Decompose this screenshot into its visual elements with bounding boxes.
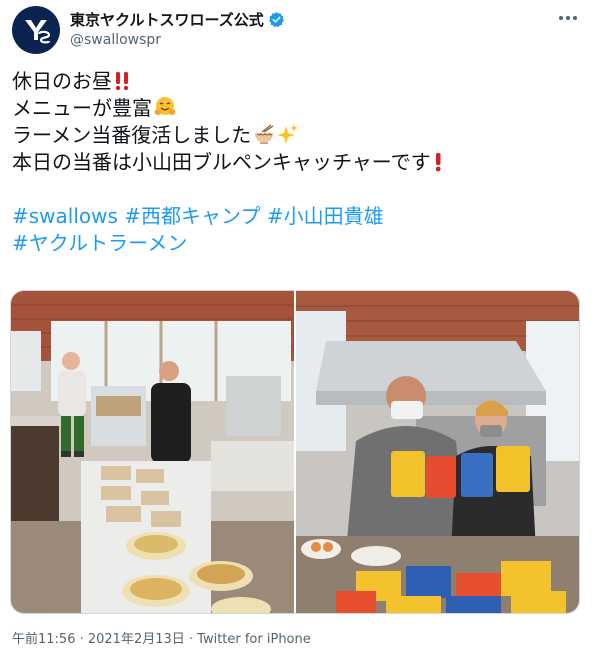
tweet-line-4: 本日の当番は小山田ブルペンキャッチャーです xyxy=(12,149,582,176)
hashtag-saito-camp[interactable]: #西都キャンプ xyxy=(124,204,260,228)
hashtag-line-1: #swallows #西都キャンプ #小山田貴雄 xyxy=(12,203,582,230)
more-options-icon[interactable] xyxy=(559,14,581,22)
tweet: 東京ヤクルトスワローズ公式 @swallowspr 休日のお昼 メニューが豊富 … xyxy=(0,0,595,656)
verified-badge-icon xyxy=(268,12,284,28)
media-grid xyxy=(10,290,580,614)
tweet-timestamp[interactable]: 午前11:56 · 2021年2月13日 · Twitter for iPhon… xyxy=(12,628,311,647)
sparkles-icon xyxy=(277,123,299,152)
account-handle[interactable]: @swallowspr xyxy=(70,32,161,48)
hashtag-oyamada[interactable]: #小山田貴雄 xyxy=(267,204,384,228)
name-row: 東京ヤクルトスワローズ公式 xyxy=(70,9,285,30)
hashtag-line-2: #ヤクルトラーメン xyxy=(12,230,582,257)
lunch-buffet-photo[interactable] xyxy=(11,291,294,613)
display-name[interactable]: 東京ヤクルトスワローズ公式 xyxy=(70,9,264,30)
hashtag-yakult-ramen[interactable]: #ヤクルトラーメン xyxy=(12,231,187,255)
tweet-line-3: ラーメン当番復活しました xyxy=(12,122,582,149)
hashtag-swallows[interactable]: #swallows xyxy=(12,204,118,228)
ramen-packages-photo[interactable] xyxy=(296,291,579,613)
tweet-line-2: メニューが豊富 xyxy=(12,95,582,122)
double-exclamation-icon xyxy=(114,71,130,98)
account-avatar[interactable] xyxy=(12,6,60,54)
exclamation-icon xyxy=(433,152,443,179)
swallows-logo-icon xyxy=(18,12,54,48)
tweet-text: 休日のお昼 メニューが豊富 ラーメン当番復活しました 本日の当番は小山田ブルペン… xyxy=(12,68,582,257)
ramen-bowl-icon xyxy=(253,123,275,152)
tweet-line-1: 休日のお昼 xyxy=(12,68,582,95)
hugging-face-icon xyxy=(154,96,176,125)
